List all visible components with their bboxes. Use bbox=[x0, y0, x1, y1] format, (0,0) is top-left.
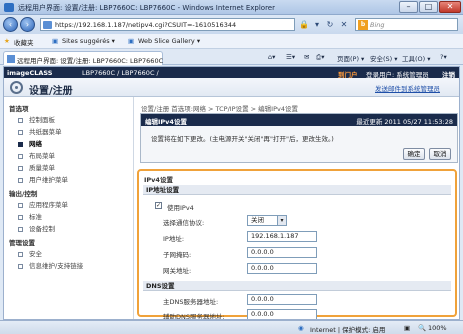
feeds-icon[interactable]: ☰▾ bbox=[286, 53, 295, 61]
address-url[interactable]: https://192.168.1.187/netipv4.cgi?CSUIT=… bbox=[55, 21, 236, 29]
sidebar-item-quality[interactable]: 质量菜单 bbox=[18, 162, 55, 172]
cancel-button[interactable]: 取消 bbox=[429, 148, 451, 160]
sidebar-section-preferences: 首选项 bbox=[9, 105, 29, 113]
sidebar-section-output: 输出/控制 bbox=[9, 190, 38, 198]
protocol-value: 关闭 bbox=[251, 216, 264, 224]
subnet-mask-label: 子网掩码: bbox=[163, 251, 192, 259]
sidebar-item-layout[interactable]: 布局菜单 bbox=[18, 150, 55, 160]
dropdown-icon[interactable]: ▾ bbox=[311, 19, 323, 30]
protocol-select[interactable]: 关闭 ▾ bbox=[247, 215, 287, 226]
dns-secondary-label: 辅助DNS服务器地址: bbox=[163, 313, 225, 320]
help-menu[interactable]: ?▾ bbox=[440, 53, 447, 61]
sidebar-item-user-maintenance[interactable]: 用户维护菜单 bbox=[18, 174, 68, 184]
page-title-area: 设置/注册 发送邮件到系统管理员 bbox=[4, 78, 459, 97]
edit-panel-header: 编辑IPv4设置 最近更新 2011 05/27 11:53:28 bbox=[141, 114, 457, 126]
tab-title: 远程用户界面: 设置/注册: LBP7660C: LBP7660C bbox=[17, 57, 164, 65]
favorites-bar: ★ 收藏夹 ▣ Sites suggérés ▾ ▣ Web Slice Gal… bbox=[0, 34, 463, 49]
zone-status: Internet | 保护模式: 启用 bbox=[310, 326, 386, 334]
sidebar-section-management: 管理设置 bbox=[9, 239, 35, 247]
sidebar-item-support-links[interactable]: 信息维护/支持链接 bbox=[18, 260, 83, 270]
maximize-button[interactable]: □ bbox=[419, 1, 438, 13]
page-icon bbox=[43, 21, 52, 29]
close-button[interactable]: ✕ bbox=[439, 1, 461, 13]
edit-panel: 编辑IPv4设置 最近更新 2011 05/27 11:53:28 设置将在如下… bbox=[140, 113, 458, 163]
page-content: imageCLASS LBP7660C / LBP7660C / 到门户 登录用… bbox=[3, 66, 460, 320]
sidebar-item-applications[interactable]: 应用程序菜单 bbox=[18, 199, 68, 209]
dns-primary-label: 主DNS服务器地址: bbox=[163, 298, 219, 306]
safety-menu[interactable]: 安全(S) ▾ bbox=[370, 53, 398, 63]
page-menu[interactable]: 页面(P) ▾ bbox=[337, 53, 364, 63]
back-button[interactable]: ‹ bbox=[3, 17, 18, 32]
ipv4-settings-box: IPv4设置 IP地址设置 ✓ 使用IPv4 选择通信协议: 关闭 ▾ IP地址… bbox=[137, 169, 457, 320]
subnet-mask-field[interactable]: 0.0.0.0 bbox=[247, 247, 317, 258]
browser-tab[interactable]: 远程用户界面: 设置/注册: LBP7660C: LBP7660C bbox=[3, 51, 163, 65]
status-bar: ◉ Internet | 保护模式: 启用 ▣ 🔍 100% bbox=[0, 320, 463, 334]
ip-address-label: IP地址: bbox=[163, 235, 185, 243]
mail-admin-link[interactable]: 发送邮件到系统管理员 bbox=[375, 83, 440, 93]
web-slice-gallery-link[interactable]: Web Slice Gallery ▾ bbox=[138, 37, 200, 45]
gateway-label: 网关地址: bbox=[163, 267, 192, 275]
gateway-field[interactable]: 0.0.0.0 bbox=[247, 263, 317, 274]
brand-name: imageCLASS bbox=[7, 69, 53, 77]
ip-setting-header: IP地址设置 bbox=[143, 185, 451, 195]
protocol-label: 选择通信协议: bbox=[163, 219, 205, 227]
sidebar-item-device-control[interactable]: 设备控制 bbox=[18, 223, 55, 233]
last-updated: 最近更新 2011 05/27 11:53:28 bbox=[356, 118, 453, 126]
zoom-level[interactable]: 100% bbox=[428, 324, 447, 332]
window-titlebar: 远程用户界面: 设置/注册: LBP7660C: LBP7660C - Wind… bbox=[0, 0, 463, 15]
edit-panel-title: 编辑IPv4设置 bbox=[145, 118, 187, 126]
settings-gear-icon bbox=[10, 81, 23, 94]
dns-secondary-field[interactable]: 0.0.0.0 bbox=[247, 309, 317, 319]
dns-header: DNS设置 bbox=[143, 281, 451, 291]
use-ipv4-checkbox[interactable]: ✓ bbox=[155, 202, 162, 209]
main-panel: 设置/注册 首选项:网络 > TCP/IP设置 > 编辑IPv4设置 编辑IPv… bbox=[135, 97, 459, 320]
suggested-sites-icon: ▣ bbox=[52, 37, 59, 45]
device-model: LBP7660C / LBP7660C / bbox=[82, 69, 159, 77]
refresh-icon[interactable]: ↻ bbox=[324, 19, 336, 30]
home-icon[interactable]: ⌂▾ bbox=[268, 53, 275, 61]
suggested-sites-link[interactable]: Sites suggérés ▾ bbox=[62, 37, 115, 45]
page-title: 设置/注册 bbox=[29, 86, 73, 97]
minimize-button[interactable]: – bbox=[399, 1, 418, 13]
brand-bar: imageCLASS LBP7660C / LBP7660C / 到门户 登录用… bbox=[4, 67, 459, 79]
stop-icon[interactable]: ✕ bbox=[338, 19, 350, 30]
protected-mode-icon[interactable]: ▣ bbox=[404, 324, 410, 332]
edit-message: 设置将在如下更改。(主电源开关"关闭"再"打开"后，更改生效。) bbox=[151, 135, 334, 143]
web-slice-icon: ▣ bbox=[128, 37, 135, 45]
ip-address-field[interactable]: 192.168.1.187 bbox=[247, 231, 317, 242]
tab-page-icon bbox=[7, 55, 15, 63]
breadcrumb: 设置/注册 首选项:网络 > TCP/IP设置 > 编辑IPv4设置 bbox=[141, 105, 298, 113]
search-placeholder: Bing bbox=[370, 21, 385, 29]
address-row: ‹ › https://192.168.1.187/netipv4.cgi?CS… bbox=[0, 15, 463, 34]
window-title: 远程用户界面: 设置/注册: LBP7660C: LBP7660C - Wind… bbox=[18, 4, 275, 12]
ipv4-section-title: IPv4设置 bbox=[144, 176, 173, 184]
search-box[interactable]: b Bing bbox=[355, 18, 458, 31]
tools-menu[interactable]: 工具(O) ▾ bbox=[402, 53, 431, 63]
print-icon[interactable]: ⎙▾ bbox=[316, 53, 324, 62]
sidebar-item-network[interactable]: 网络 bbox=[18, 138, 42, 148]
globe-icon: ◉ bbox=[298, 324, 304, 332]
forward-button[interactable]: › bbox=[20, 17, 35, 32]
bing-icon: b bbox=[358, 20, 368, 30]
sidebar-item-paper-feeder[interactable]: 共纸器菜单 bbox=[18, 126, 62, 136]
ok-button[interactable]: 确定 bbox=[403, 148, 425, 160]
dns-primary-field[interactable]: 0.0.0.0 bbox=[247, 294, 317, 305]
sidebar: 首选项 控制面板 共纸器菜单 网络 布局菜单 质量菜单 用户维护菜单 输出/控制… bbox=[4, 97, 134, 319]
lock-icon[interactable]: 🔒 bbox=[298, 19, 310, 30]
address-bar[interactable]: https://192.168.1.187/netipv4.cgi?CSUIT=… bbox=[40, 18, 295, 31]
zoom-icon: 🔍 bbox=[418, 324, 427, 332]
ie-app-icon bbox=[4, 3, 14, 12]
sidebar-item-standard[interactable]: 标准 bbox=[18, 211, 42, 221]
favorites-button[interactable]: 收藏夹 bbox=[14, 37, 34, 47]
favorites-star-icon[interactable]: ★ bbox=[4, 37, 10, 45]
use-ipv4-label: 使用IPv4 bbox=[167, 204, 194, 212]
sidebar-item-security[interactable]: 安全 bbox=[18, 248, 42, 258]
mail-icon[interactable]: ✉ bbox=[304, 53, 309, 61]
sidebar-item-control-panel[interactable]: 控制面板 bbox=[18, 114, 55, 124]
tab-row: 远程用户界面: 设置/注册: LBP7660C: LBP7660C ⌂▾ ☰▾ … bbox=[0, 49, 463, 65]
chevron-down-icon: ▾ bbox=[277, 216, 286, 225]
